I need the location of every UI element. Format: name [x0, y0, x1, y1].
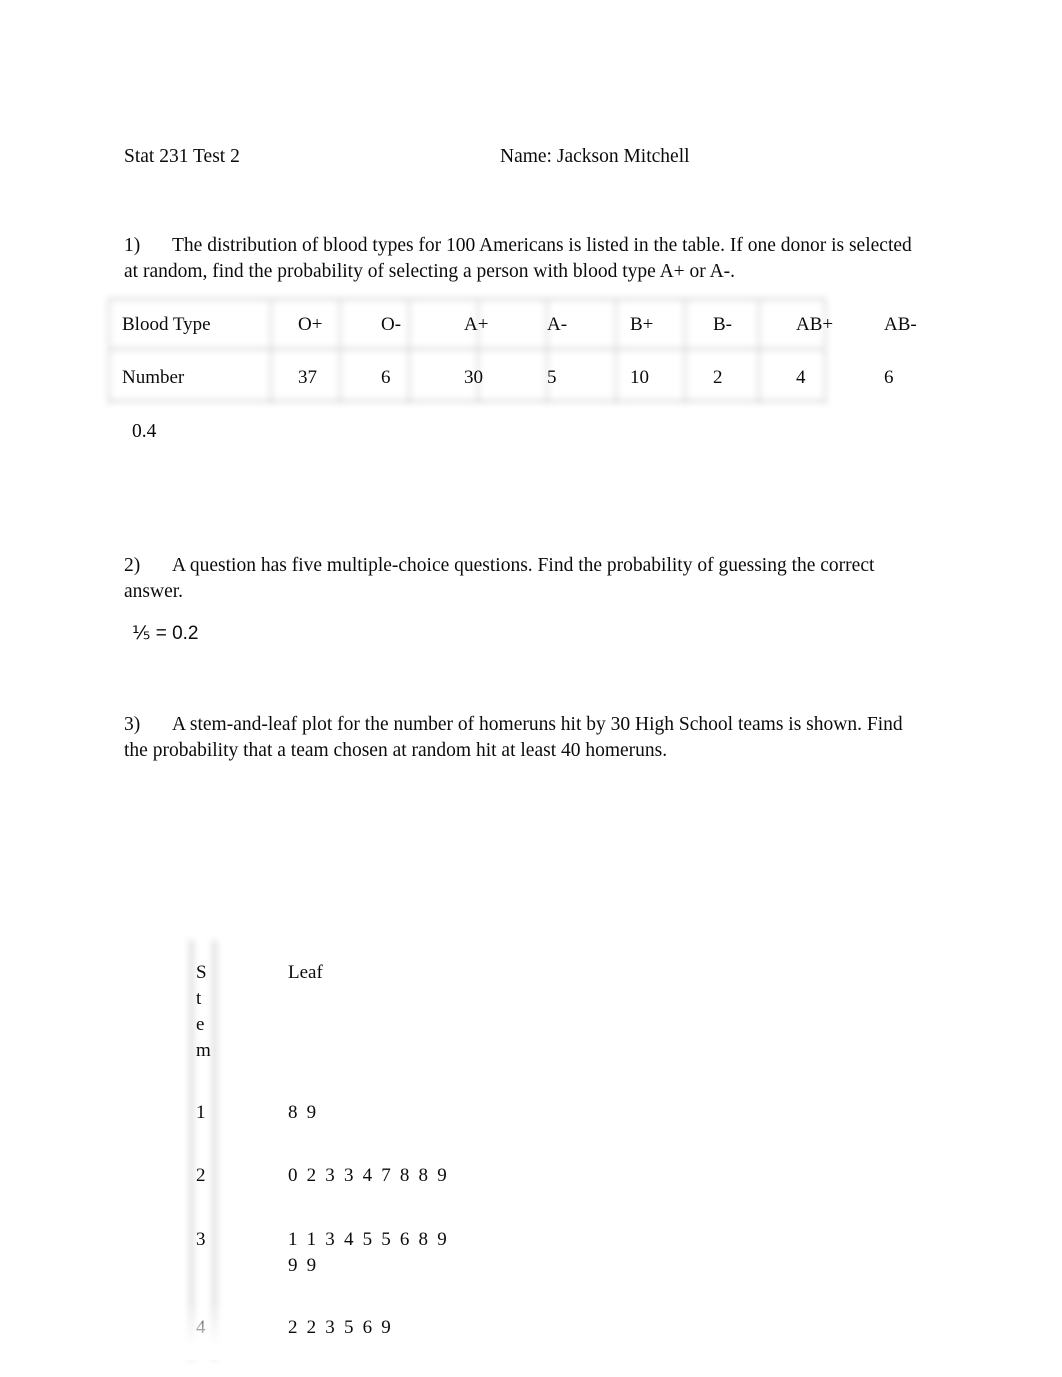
stem-value: 1 [196, 1102, 206, 1123]
count-ab-neg: 6 [884, 366, 894, 388]
stem-header-char-2: t [196, 988, 202, 1009]
blood-type-a-pos: A+ [464, 313, 489, 335]
leaf-values: 2 2 3 5 6 9 [288, 1317, 393, 1338]
blood-type-o-pos: O+ [298, 313, 323, 335]
row-label-blood-type: Blood Type [122, 313, 211, 335]
question-1-number: 1) [124, 235, 141, 256]
count-o-neg: 6 [381, 366, 391, 388]
blood-type-o-neg: O- [381, 313, 402, 335]
row-label-number: Number [122, 366, 185, 388]
student-name: Name: Jackson Mitchell [500, 146, 690, 167]
count-ab-pos: 4 [796, 366, 806, 388]
stem-header-char-3: e [196, 1014, 205, 1035]
blood-type-ab-neg: AB- [884, 313, 917, 335]
stem-column-left-border [190, 940, 193, 1360]
leaf-values: 8 9 [288, 1102, 319, 1123]
count-b-neg: 2 [713, 366, 723, 388]
answer-1: 0.4 [132, 421, 157, 442]
question-3-number: 3) [124, 714, 141, 735]
stem-and-leaf-plot: S t e m Leaf 1 8 9 2 0 2 3 3 4 7 8 8 9 3… [182, 940, 608, 1360]
question-2-number: 2) [124, 555, 141, 576]
leaf-values: 1 1 3 4 5 5 6 8 9 9 9 [288, 1229, 449, 1276]
leaf-values: 0 2 3 3 4 7 8 8 9 [288, 1165, 449, 1186]
question-2-text: A question has five multiple-choice ques… [124, 555, 875, 602]
question-3: 3) A stem-and-leaf plot for the number of… [124, 712, 926, 763]
blood-type-b-pos: B+ [630, 313, 654, 335]
count-a-pos: 30 [464, 366, 483, 388]
document-header: Stat 231 Test 2 Name: Jackson Mitchell [124, 143, 944, 171]
question-2: 2) A question has five multiple-choice qu… [124, 553, 926, 604]
question-1: 1) The distribution of blood types for 10… [124, 233, 926, 284]
question-3-text: A stem-and-leaf plot for the number of h… [124, 714, 903, 761]
count-a-neg: 5 [547, 366, 557, 388]
answer-2: ⅕ = 0.2 [132, 623, 199, 644]
count-b-pos: 10 [630, 366, 649, 388]
count-o-pos: 37 [298, 366, 317, 388]
stem-header-char-1: S [196, 962, 207, 983]
blood-type-a-neg: A- [547, 313, 568, 335]
leaf-header: Leaf [288, 962, 323, 983]
question-1-text: The distribution of blood types for 100 … [124, 235, 912, 282]
test-title: Stat 231 Test 2 [124, 146, 240, 167]
blood-type-ab-pos: AB+ [796, 313, 834, 335]
stem-value: 3 [196, 1229, 206, 1250]
stem-value: 4 [196, 1317, 206, 1338]
stem-header-char-4: m [196, 1040, 211, 1061]
blood-type-b-neg: B- [713, 313, 732, 335]
blood-type-table: Blood Type O+ O- A+ A- B+ B- AB+ AB- Num… [108, 298, 917, 404]
stem-header: S t e m [196, 960, 214, 1064]
table-row: Number 37 6 30 5 10 2 4 6 [108, 351, 958, 404]
stem-value: 2 [196, 1165, 206, 1186]
table-row: Blood Type O+ O- A+ A- B+ B- AB+ AB- [108, 298, 958, 351]
document-page: Stat 231 Test 2 Name: Jackson Mitchell 1… [0, 0, 1062, 1377]
